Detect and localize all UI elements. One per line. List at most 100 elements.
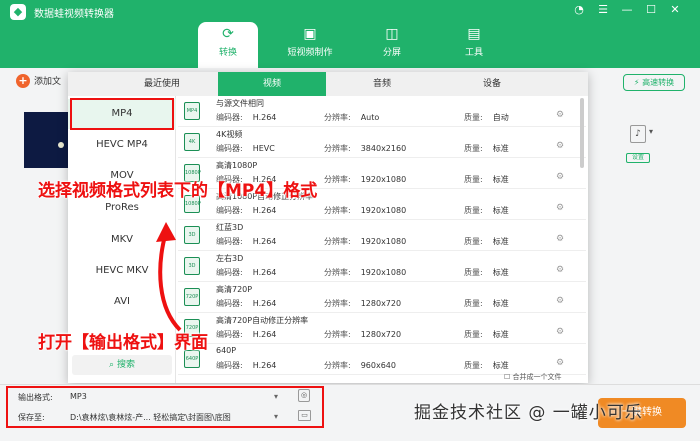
resolution-label: 分辨率: — [324, 330, 351, 339]
quality-label: 质量: — [464, 268, 483, 277]
preset-row[interactable]: 3D 左右3D 编码器: H.264 分辨率: 1920x1080 质量: 标准 ⚙ — [178, 251, 586, 282]
resolution-label: 分辨率: — [324, 268, 351, 277]
tab-short-video[interactable]: ▣ 短视频制作 — [280, 22, 340, 68]
encoder-label: 编码器: — [216, 361, 243, 370]
preset-encoder: 编码器: H.264 — [216, 298, 276, 309]
add-file-button[interactable]: + 添加文 — [16, 74, 61, 88]
preset-row[interactable]: 720P 高清720P自动修正分辨率 编码器: H.264 分辨率: 1280x720 质量… — [178, 313, 586, 344]
preset-encoder: 编码器: H.264 — [216, 329, 276, 340]
preset-resolution: 分辨率: 3840x2160 — [324, 143, 406, 154]
video-format-icon: 4K — [184, 133, 200, 151]
gear-icon[interactable]: ⚙ — [556, 203, 564, 213]
preset-row[interactable]: 640P 640P 编码器: H.264 分辨率: 960x640 质量: 标准 ⚙ — [178, 344, 586, 375]
search-icon: ⌕ — [109, 360, 115, 370]
preset-row[interactable]: 720P 高清720P 编码器: H.264 分辨率: 1280x720 质量: 标准 ⚙ — [178, 282, 586, 313]
skin-icon[interactable]: ◔ — [570, 2, 588, 18]
tab-tools-label: 工具 — [464, 48, 483, 58]
encoder-value: H.264 — [252, 237, 277, 246]
search-label: 搜索 — [116, 360, 135, 370]
preset-resolution: 分辨率: 1920x1080 — [324, 267, 406, 278]
resolution-value: 1920x1080 — [360, 268, 407, 277]
quality-label: 质量: — [464, 113, 483, 122]
preset-name: 高清720P自动修正分辨率 — [216, 316, 309, 325]
plus-icon: + — [16, 74, 30, 88]
app-logo-icon: ◆ — [10, 4, 26, 20]
preset-name: 4K视频 — [216, 130, 243, 139]
preset-quality: 质量: 标准 — [464, 329, 509, 340]
quality-value: 标准 — [492, 299, 509, 308]
gear-icon[interactable]: ⚙ — [556, 234, 564, 244]
quality-value: 自动 — [492, 113, 509, 122]
quality-label: 质量: — [464, 361, 483, 370]
maximize-icon[interactable]: ☐ — [642, 2, 660, 18]
encoder-value: H.264 — [252, 113, 277, 122]
preset-quality: 质量: 标准 — [464, 360, 509, 371]
scrollbar[interactable] — [580, 98, 584, 168]
encoder-value: H.264 — [252, 299, 277, 308]
resolution-value: 1920x1080 — [360, 175, 407, 184]
encoder-value: HEVC — [252, 144, 275, 153]
gear-icon[interactable]: ⚙ — [556, 358, 564, 368]
gear-icon[interactable]: ⚙ — [556, 141, 564, 151]
preset-name: 高清720P — [216, 285, 253, 294]
moon-shape — [58, 142, 64, 148]
tab-recent[interactable]: 最近使用 — [108, 72, 216, 96]
tab-video[interactable]: 视频 — [218, 72, 326, 96]
fast-convert-label: 高速转换 — [642, 78, 675, 87]
quality-label: 质量: — [464, 237, 483, 246]
close-icon[interactable]: ✕ — [666, 2, 684, 18]
gear-icon[interactable]: ⚙ — [556, 296, 564, 306]
gear-icon[interactable]: ⚙ — [556, 110, 564, 120]
chevron-down-icon[interactable]: ▾ — [649, 127, 653, 136]
tab-split-screen[interactable]: ◫ 分屏 — [362, 22, 422, 68]
tab-split-screen-label: 分屏 — [382, 48, 401, 58]
gear-icon[interactable]: ⚙ — [556, 327, 564, 337]
preset-name: 高清1080P — [216, 161, 258, 170]
minimize-icon[interactable]: — — [618, 2, 636, 18]
tab-device[interactable]: 设备 — [438, 72, 546, 96]
menu-icon[interactable]: ☰ — [594, 2, 612, 18]
preset-resolution: 分辨率: 1920x1080 — [324, 236, 406, 247]
preset-resolution: 分辨率: 1280x720 — [324, 298, 401, 309]
gear-icon[interactable]: ⚙ — [556, 265, 564, 275]
preset-row[interactable]: 4K 4K视频 编码器: HEVC 分辨率: 3840x2160 质量: 标准 ⚙ — [178, 127, 586, 158]
preset-encoder: 编码器: H.264 — [216, 267, 276, 278]
file-settings-button[interactable]: 设置 — [626, 153, 650, 163]
tab-audio[interactable]: 音频 — [328, 72, 436, 96]
preset-quality: 质量: 标准 — [464, 205, 509, 216]
tab-short-video-label: 短视频制作 — [287, 48, 333, 58]
split-screen-icon: ◫ — [385, 26, 399, 42]
search-button[interactable]: ⌕ 搜索 — [72, 355, 172, 375]
tab-tools[interactable]: ▤ 工具 — [444, 22, 504, 68]
lightning-icon: ⚡ — [633, 78, 640, 87]
encoder-label: 编码器: — [216, 237, 243, 246]
resolution-label: 分辨率: — [324, 299, 351, 308]
quality-label: 质量: — [464, 144, 483, 153]
preset-encoder: 编码器: H.264 — [216, 360, 276, 371]
format-item-hevc-mp4[interactable]: HEVC MP4 — [68, 130, 176, 160]
resolution-label: 分辨率: — [324, 113, 351, 122]
encoder-value: H.264 — [252, 330, 277, 339]
gear-icon[interactable]: ⚙ — [556, 172, 564, 182]
preset-resolution: 分辨率: 1920x1080 — [324, 205, 406, 216]
preset-quality: 质量: 标准 — [464, 267, 509, 278]
annotation-arrow-icon — [156, 222, 182, 332]
music-file-icon[interactable]: ♪ — [630, 125, 646, 143]
preset-row[interactable]: 3D 红蓝3D 编码器: H.264 分辨率: 1920x1080 质量: 标准 ⚙ — [178, 220, 586, 251]
merge-checkbox[interactable]: ☐ 合并成一个文件 — [504, 372, 562, 382]
fast-convert-button[interactable]: ⚡ 高速转换 — [623, 74, 685, 91]
preset-quality: 质量: 标准 — [464, 174, 509, 185]
highlight-output-box — [6, 386, 324, 428]
encoder-label: 编码器: — [216, 268, 243, 277]
quality-label: 质量: — [464, 330, 483, 339]
resolution-label: 分辨率: — [324, 361, 351, 370]
encoder-value: H.264 — [252, 268, 277, 277]
tab-convert[interactable]: ⟳ 转换 — [198, 22, 258, 68]
resolution-value: 1280x720 — [360, 299, 402, 308]
preset-row[interactable]: MP4 与源文件相同 编码器: H.264 分辨率: Auto 质量: 自动 ⚙ — [178, 96, 586, 127]
preset-quality: 质量: 标准 — [464, 143, 509, 154]
preset-resolution: 分辨率: 960x640 — [324, 360, 396, 371]
quality-label: 质量: — [464, 206, 483, 215]
quality-value: 标准 — [492, 175, 509, 184]
resolution-label: 分辨率: — [324, 175, 351, 184]
